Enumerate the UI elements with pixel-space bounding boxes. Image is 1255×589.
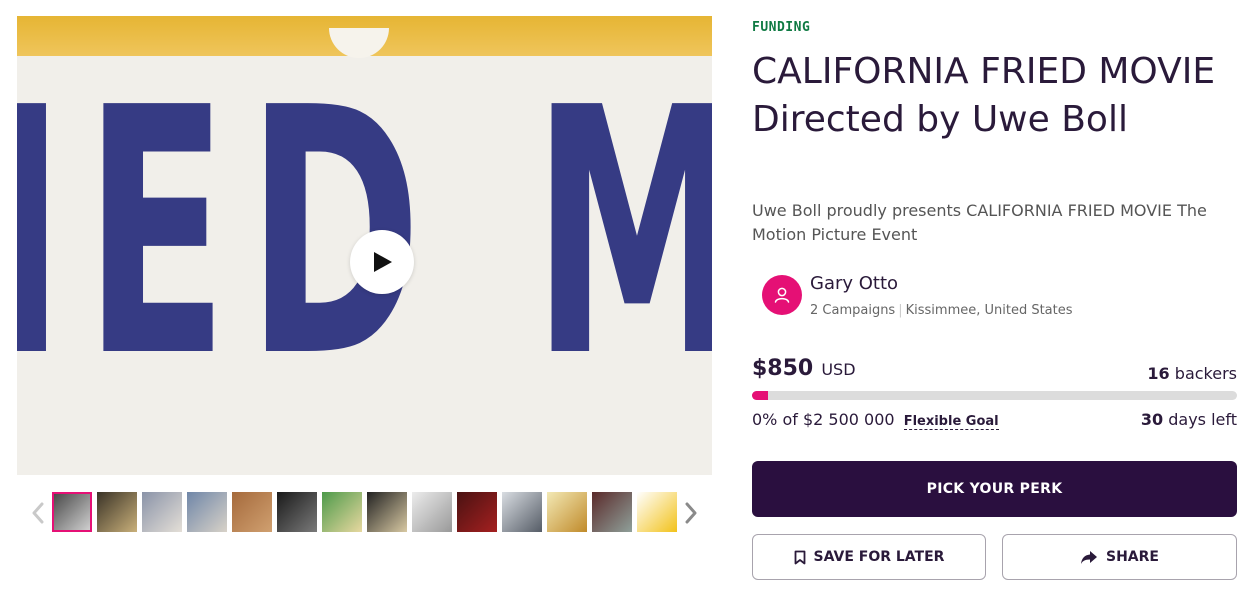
status-badge: FUNDING	[752, 20, 811, 35]
owner-name[interactable]: Gary Otto	[810, 273, 898, 294]
save-for-later-label: SAVE FOR LATER	[813, 549, 945, 565]
days-label: days left	[1168, 410, 1237, 429]
campaign-title: CALIFORNIA FRIED MOVIE Directed by Uwe B…	[752, 51, 1216, 140]
backers-label: backers	[1174, 364, 1237, 383]
thumbnail-7[interactable]	[322, 492, 362, 532]
backers-count: 16 backers	[1100, 364, 1237, 383]
save-for-later-button[interactable]: SAVE FOR LATER	[752, 534, 986, 580]
campaign-video[interactable]: IED MOV	[17, 16, 712, 475]
thumbnail-5[interactable]	[232, 492, 272, 532]
thumbnail-10[interactable]	[457, 492, 497, 532]
owner-location: Kissimmee, United States	[905, 303, 1073, 318]
thumbnail-13[interactable]	[592, 492, 632, 532]
thumbnail-9[interactable]	[412, 492, 452, 532]
raised-currency: USD	[821, 360, 856, 379]
raised-amount: $850	[752, 356, 814, 381]
owner-avatar[interactable]	[762, 275, 802, 315]
funding-progress-fill	[752, 391, 769, 400]
share-label: SHARE	[1106, 549, 1159, 565]
flexible-goal-link[interactable]: Flexible Goal	[903, 414, 999, 430]
play-button[interactable]	[350, 230, 414, 294]
funding-progress-bar	[752, 391, 1237, 400]
thumbnails-next-button[interactable]	[680, 500, 702, 526]
pick-your-perk-button[interactable]: PICK YOUR PERK	[752, 461, 1237, 517]
chevron-right-icon	[685, 502, 697, 524]
funding-goal: 0% of $2 500 000 Flexible Goal	[752, 410, 999, 430]
days-left: 30 days left	[1100, 410, 1237, 429]
chevron-left-icon	[32, 502, 44, 524]
thumbnail-14[interactable]	[637, 492, 677, 532]
share-arrow-icon	[1081, 550, 1097, 564]
thumbnail-6[interactable]	[277, 492, 317, 532]
bookmark-icon	[794, 550, 805, 564]
thumbnail-strip	[52, 492, 680, 532]
thumbnail-11[interactable]	[502, 492, 542, 532]
owner-meta: 2 Campaigns | Kissimmee, United States	[810, 303, 1073, 318]
play-icon	[374, 252, 392, 272]
thumbnail-1[interactable]	[52, 492, 92, 532]
backers-number: 16	[1147, 364, 1170, 383]
thumbnail-3[interactable]	[142, 492, 182, 532]
thumbnails-prev-button[interactable]	[27, 500, 49, 526]
thumbnail-8[interactable]	[367, 492, 407, 532]
goal-text: 0% of $2 500 000	[752, 410, 895, 429]
owner-campaigns[interactable]: 2 Campaigns	[810, 303, 895, 318]
share-button[interactable]: SHARE	[1002, 534, 1237, 580]
thumbnail-2[interactable]	[97, 492, 137, 532]
thumbnail-12[interactable]	[547, 492, 587, 532]
divider: |	[898, 303, 903, 318]
days-number: 30	[1140, 410, 1164, 429]
thumbnail-4[interactable]	[187, 492, 227, 532]
campaign-tagline: Uwe Boll proudly presents CALIFORNIA FRI…	[752, 201, 1207, 244]
funds-raised: $850 USD	[752, 356, 856, 381]
user-icon	[774, 287, 790, 303]
